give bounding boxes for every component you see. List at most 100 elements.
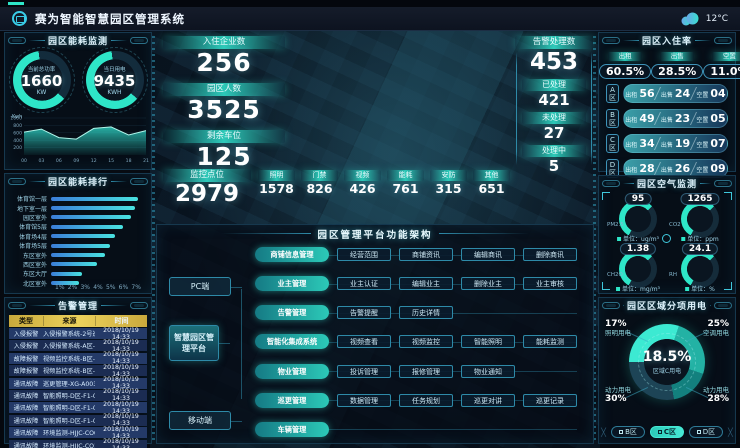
rank-label: 地下室一层 [11, 204, 51, 213]
table-row[interactable]: 故障报警视频监控系统-B区-F4-4FW32018/10/19 14:33 [9, 365, 147, 376]
table-row[interactable]: 入侵报警入侵报警系统-A区-3楼东门2018/10/19 14:33 [9, 340, 147, 351]
zone-cell-value: 56 [639, 87, 654, 100]
zone-cell-value: 24 [675, 87, 690, 100]
module-node[interactable]: 智能化集成系统 [255, 334, 329, 349]
svg-text:200: 200 [13, 145, 22, 151]
panel-title-bar: 园区空气监测 [599, 176, 735, 190]
architecture-row: 物业管理投诉管理报修管理物业通知 [255, 364, 583, 379]
feature-node[interactable]: 历史详情 [399, 306, 453, 319]
feature-node[interactable]: 经营范围 [337, 248, 391, 261]
feature-node[interactable]: 删除业主 [461, 277, 515, 290]
power-tab-B区[interactable]: B区 [611, 426, 645, 438]
power-corner-br: 动力用电 28% [703, 386, 729, 404]
panel-title: 园区空气监测 [637, 177, 697, 190]
feature-node[interactable]: 编辑业主 [399, 277, 453, 290]
architecture-left-nodes: PC端智慧园区管理平台移动端 [169, 263, 249, 435]
feature-node[interactable]: 删除商讯 [523, 248, 577, 261]
feature-node[interactable]: 业主认证 [337, 277, 391, 290]
occupancy-summary: 出租60.5%出售28.5%空置11.0% [599, 52, 735, 79]
panel-energy-rank: 园区能耗排行 体育馆一层地下室一层园区室外体育馆5层体育场4层体育场5层东区室外… [4, 173, 152, 294]
power-tab-C区[interactable]: C区 [650, 426, 684, 438]
donut-value: 18.5% [643, 349, 692, 365]
feature-node[interactable]: 任务规划 [399, 394, 453, 407]
device-label: 照明 [258, 170, 295, 181]
arch-left-node[interactable]: 移动端 [169, 411, 231, 430]
zone-cell-value: 07 [710, 137, 725, 150]
air-gauge-name: PM2.5 [607, 222, 624, 228]
alarm-item-value: 27 [515, 124, 593, 142]
alarm-item-value: 5 [515, 157, 593, 175]
col-time: 时间 [95, 316, 147, 326]
architecture-title-bar: 园区管理平台功能架构 [157, 225, 593, 242]
panel-title-bar: 园区能耗排行 [5, 174, 151, 188]
arch-left-node[interactable]: PC端 [169, 277, 231, 296]
stat-label: 告警处理数 [515, 36, 593, 49]
feature-node[interactable]: 巡更记录 [523, 394, 577, 407]
device-stat: 门禁826 [301, 170, 338, 197]
rank-label: 园区室外 [11, 213, 51, 222]
rank-label: 体育场5层 [11, 241, 51, 250]
feature-node[interactable]: 物业通知 [461, 365, 515, 378]
module-node[interactable]: 业主管理 [255, 276, 329, 291]
table-row[interactable]: 通讯故障环境监测-HJJC-CO0152018/10/19 14:33 [9, 427, 147, 438]
rank-label: 东区大厅 [11, 269, 51, 278]
rank-bar [51, 272, 82, 276]
stat-value: 125 [163, 143, 285, 170]
cloud-icon [679, 12, 701, 26]
table-row[interactable]: 入侵报警入侵报警系统-2号巡防2018/10/19 14:33 [9, 328, 147, 339]
feature-node[interactable]: 视频查看 [337, 335, 391, 348]
feature-node[interactable]: 能耗监测 [523, 335, 577, 348]
gauge-value: 1660 [21, 73, 63, 89]
arch-left-node[interactable]: 智慧园区管理平台 [169, 325, 219, 361]
module-node[interactable]: 告警管理 [255, 305, 329, 320]
feature-node[interactable]: 编辑商讯 [461, 248, 515, 261]
rank-row: 东区室外 [11, 250, 141, 259]
svg-text:1000: 1000 [10, 116, 22, 122]
gauge-unit: KWH [107, 89, 121, 96]
architecture-rows: 商铺信息管理经营范围商铺资讯编辑商讯删除商讯业主管理业主认证编辑业主删除业主业主… [255, 247, 583, 437]
table-row[interactable]: 通讯故障巡更管理-XG-A0032018/10/19 14:33 [9, 378, 147, 389]
rank-axis-tick: 3% [80, 284, 90, 291]
table-row[interactable]: 通讯故障智能照明-D区-F1-0442018/10/19 14:33 [9, 402, 147, 413]
svg-text:400: 400 [13, 138, 22, 144]
feature-node[interactable]: 报修管理 [399, 365, 453, 378]
zone-cell-label: 空置 [696, 165, 708, 174]
zone-cell-value: 34 [639, 137, 654, 150]
table-row[interactable]: 通讯故障智能照明-D区-F1-0432018/10/19 14:33 [9, 390, 147, 401]
module-node[interactable]: 商铺信息管理 [255, 247, 329, 262]
feature-node[interactable]: 数据管理 [337, 394, 391, 407]
power-tab-D区[interactable]: D区 [689, 426, 723, 438]
feature-node[interactable]: 投诉管理 [337, 365, 391, 378]
panel-title-bar: 园区能耗监测 [5, 33, 151, 47]
feature-node[interactable]: 告警提醒 [337, 306, 391, 319]
module-node[interactable]: 巡更管理 [255, 393, 329, 408]
center-stats: 入住企业数256园区人数3525剩余车位125 [163, 36, 285, 177]
gauge-unit: KW [37, 89, 47, 96]
feature-node[interactable]: 智能照明 [461, 335, 515, 348]
cell-type: 通讯故障 [9, 416, 43, 425]
feature-node[interactable]: 视频监控 [399, 335, 453, 348]
table-row[interactable]: 故障报警视频监控系统-B区-F2-3PA12018/10/19 14:33 [9, 353, 147, 364]
module-node[interactable]: 物业管理 [255, 364, 329, 379]
table-row[interactable]: 通讯故障环境监测-HJJC-CO1252018/10/19 14:33 [9, 440, 147, 448]
zone-cell-value: 26 [675, 162, 690, 175]
table-row[interactable]: 通讯故障智能照明-D区-F1-0452018/10/19 14:33 [9, 415, 147, 426]
rank-axis-tick: 2% [68, 284, 78, 291]
feature-node[interactable]: 商铺资讯 [399, 248, 453, 261]
zone-badge: C区 [606, 134, 619, 153]
zone-cell-value: 19 [675, 137, 690, 150]
title-line [101, 305, 127, 306]
feature-node[interactable]: 巡更对讲 [461, 394, 515, 407]
header-bar: 赛为智能智慧园区管理系统 12°C [0, 7, 740, 31]
air-gauge-unit: 单位：% [685, 284, 715, 293]
module-node[interactable]: 车辆管理 [255, 422, 329, 437]
zone-cell-value: 49 [639, 112, 654, 125]
svg-text:600: 600 [13, 130, 22, 136]
power-zone-tabs: ╳B区C区D区╳ [599, 426, 735, 438]
alarm-stat-item: 未处理27 [515, 112, 593, 142]
feature-node[interactable]: 业主审核 [523, 277, 577, 290]
air-gauge-unit: 单位：mg/m³ [616, 284, 660, 293]
zone-cell-value: 09 [710, 162, 725, 175]
panel-title: 园区能耗排行 [48, 175, 108, 188]
title-ornament [714, 302, 732, 309]
